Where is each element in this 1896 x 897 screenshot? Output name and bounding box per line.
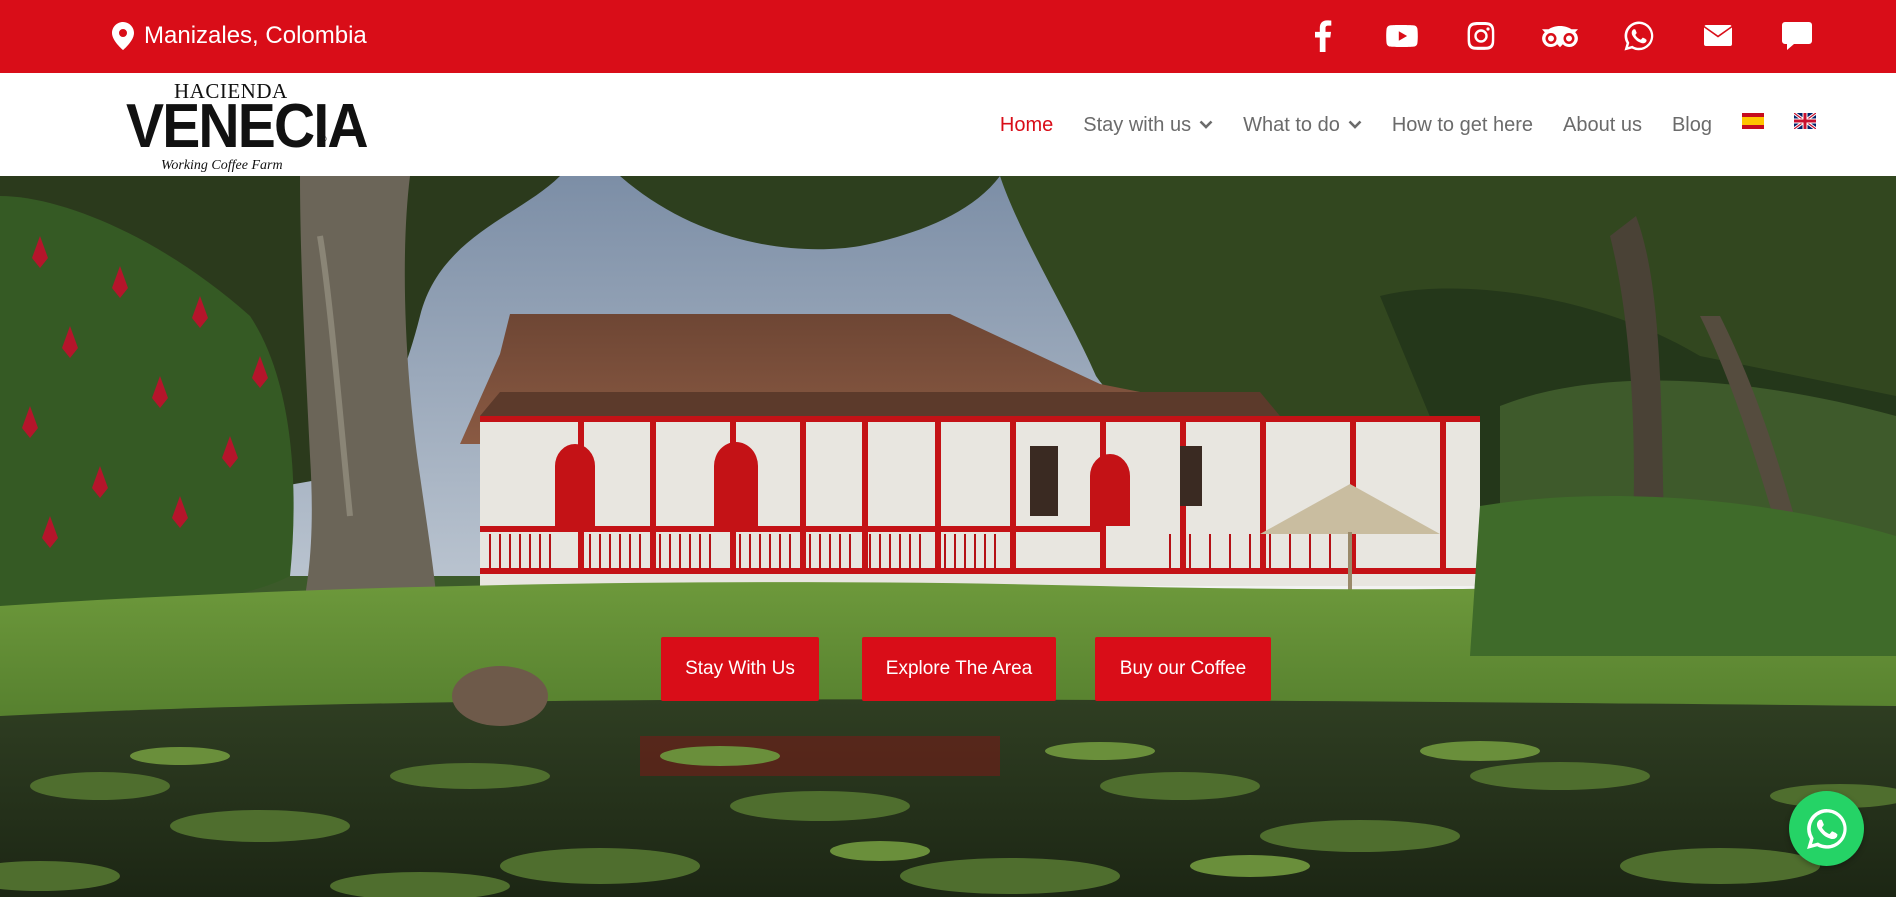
instagram-icon (1467, 22, 1494, 50)
whatsapp-icon (1806, 808, 1847, 849)
nav-blog-label: Blog (1671, 113, 1712, 136)
whatsapp-link[interactable] (1599, 14, 1678, 58)
location-text: Manizales, Colombia (144, 22, 367, 49)
stay-with-us-button[interactable]: Stay With Us (661, 637, 819, 701)
hero-section: Stay With Us Explore The Area Buy our Co… (0, 176, 1896, 897)
nav-home[interactable]: Home (1000, 114, 1053, 137)
explore-the-area-button[interactable]: Explore The Area (862, 637, 1056, 701)
nav-how-label: How to get here (1391, 113, 1534, 136)
site-logo[interactable]: HACIENDA VENECIA ® Working Coffee Farm (126, 77, 369, 173)
tripadvisor-icon (1541, 26, 1578, 48)
spanish-flag-icon[interactable] (1742, 113, 1764, 129)
nav-about-us[interactable]: About us (1563, 114, 1642, 137)
logo-venecia: VENECIA (126, 92, 369, 161)
chevron-down-icon (1348, 120, 1362, 129)
nav-how-to-get-here[interactable]: How to get here (1392, 114, 1533, 137)
tripadvisor-link[interactable] (1520, 14, 1599, 58)
hero-background-image (0, 176, 1896, 897)
main-nav: Home Stay with us What to do How to get … (1000, 109, 1816, 141)
logo-registered: ® (320, 134, 327, 144)
logo-tagline: Working Coffee Farm (161, 158, 283, 173)
site-header: HACIENDA VENECIA ® Working Coffee Farm H… (0, 73, 1896, 176)
email-link[interactable] (1678, 14, 1757, 58)
location: Manizales, Colombia (112, 20, 367, 52)
chat-link[interactable] (1757, 14, 1836, 58)
facebook-link[interactable] (1283, 14, 1362, 58)
chat-icon (1781, 22, 1812, 50)
nav-home-label: Home (999, 113, 1054, 136)
instagram-link[interactable] (1441, 14, 1520, 58)
nav-what-label: What to do (1243, 113, 1340, 136)
whatsapp-icon (1624, 21, 1653, 51)
english-flag-icon[interactable] (1794, 113, 1816, 129)
map-pin-icon (112, 22, 134, 50)
youtube-icon (1385, 25, 1418, 47)
envelope-icon (1703, 25, 1732, 46)
nav-about-label: About us (1563, 113, 1642, 136)
facebook-icon (1314, 20, 1331, 52)
whatsapp-chat-button[interactable] (1789, 791, 1864, 866)
nav-blog[interactable]: Blog (1672, 114, 1712, 137)
chevron-down-icon (1199, 120, 1213, 129)
nav-stay-with-us[interactable]: Stay with us (1083, 114, 1213, 137)
nav-stay-label: Stay with us (1083, 113, 1192, 136)
youtube-link[interactable] (1362, 14, 1441, 58)
nav-what-to-do[interactable]: What to do (1243, 114, 1362, 137)
social-links (1283, 14, 1836, 58)
buy-our-coffee-button[interactable]: Buy our Coffee (1095, 637, 1271, 701)
top-bar: Manizales, Colombia (0, 0, 1896, 73)
